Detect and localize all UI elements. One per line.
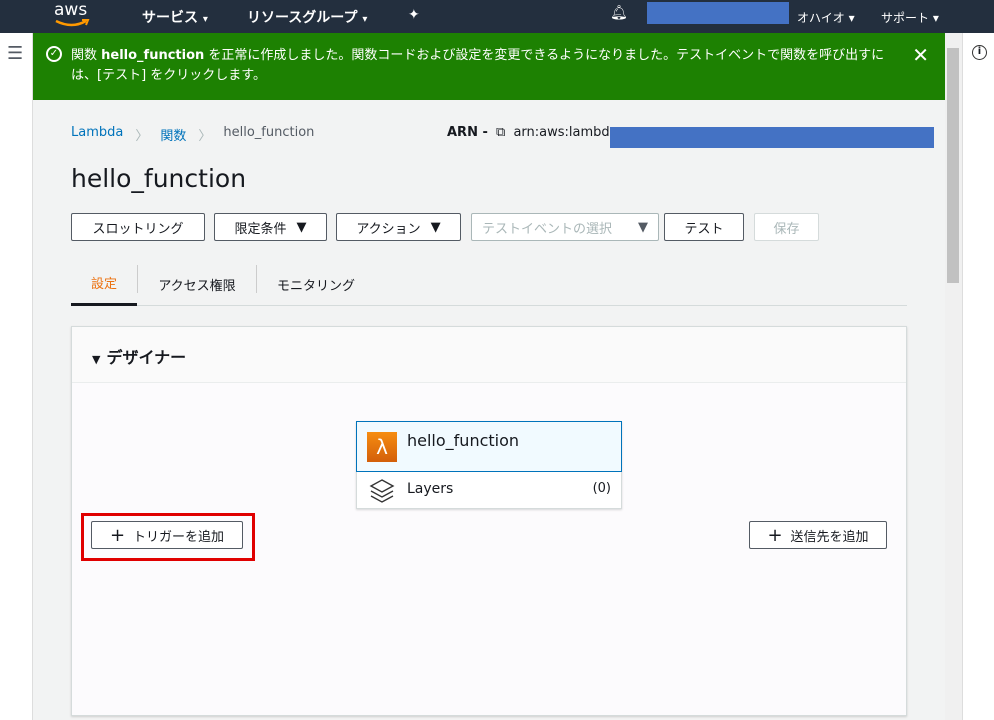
info-panel: i [962, 33, 994, 720]
breadcrumb-current: hello_function [223, 125, 315, 140]
function-node[interactable]: λ hello_function Layers (0) [356, 421, 622, 509]
aws-logo[interactable]: aws [52, 0, 92, 30]
actions-dropdown[interactable]: アクション ▼ [336, 213, 461, 241]
chevron-down-icon: ▾ [362, 14, 368, 25]
chevron-down-icon: ▾ [202, 14, 208, 25]
bell-icon[interactable]: 🔔︎ [610, 5, 628, 21]
info-icon[interactable]: i [972, 45, 987, 60]
add-trigger-button[interactable]: + トリガーを追加 [91, 521, 243, 549]
layers-icon [369, 479, 395, 503]
sidebar: ☰ [0, 33, 33, 720]
caret-down-icon: ▼ [296, 219, 307, 235]
tabs-baseline [137, 305, 907, 306]
lambda-icon: λ [367, 432, 397, 462]
breadcrumb: Lambda 〉 関数〉 hello_function [71, 125, 314, 144]
pin-icon[interactable]: ✦ [408, 7, 420, 23]
account-menu-redacted[interactable] [647, 2, 789, 24]
page-title: hello_function [71, 164, 247, 193]
breadcrumb-functions[interactable]: 関数 [160, 125, 186, 144]
hamburger-menu-icon[interactable]: ☰ [7, 43, 23, 64]
top-navigation: aws サービス ▾ リソースグループ ▾ ✦ 🔔︎ オハイオ ▾ サポート ▾ [0, 0, 994, 33]
scrollbar-thumb[interactable] [947, 48, 959, 283]
copy-icon[interactable]: ⧉ [496, 125, 505, 140]
arn-redacted [610, 127, 934, 148]
plus-icon: + [109, 524, 126, 546]
close-icon[interactable]: ✕ [912, 45, 929, 65]
layers-row[interactable]: Layers (0) [357, 472, 621, 509]
add-destination-button[interactable]: + 送信先を追加 [749, 521, 887, 549]
services-menu[interactable]: サービス ▾ [142, 7, 208, 27]
breadcrumb-lambda[interactable]: Lambda [71, 125, 123, 144]
support-menu[interactable]: サポート ▾ [881, 9, 939, 26]
caret-down-icon: ▼ [92, 353, 101, 366]
tab-configuration[interactable]: 設定 [71, 262, 137, 306]
test-button[interactable]: テスト [664, 213, 744, 241]
tab-monitoring[interactable]: モニタリング [257, 262, 375, 306]
success-banner: ✓ 関数 hello_function を正常に作成しました。関数コードおよび設… [33, 33, 945, 100]
save-button[interactable]: 保存 [754, 213, 819, 241]
designer-header[interactable]: ▼ デザイナー [72, 327, 906, 383]
test-event-select[interactable]: テストイベントの選択 ▼ [471, 213, 659, 241]
arn: ARN - ⧉ arn:aws:lambda: [447, 125, 622, 140]
resource-groups-menu[interactable]: リソースグループ ▾ [247, 7, 367, 27]
region-menu[interactable]: オハイオ ▾ [797, 9, 855, 26]
caret-down-icon: ▼ [638, 219, 648, 235]
caret-down-icon: ▼ [430, 219, 441, 235]
throttle-button[interactable]: スロットリング [71, 213, 205, 241]
plus-icon: + [767, 524, 783, 546]
function-node-header[interactable]: λ hello_function [356, 421, 622, 472]
chevron-right-icon: 〉 [135, 129, 149, 144]
tab-permissions[interactable]: アクセス権限 [138, 262, 256, 306]
check-circle-icon: ✓ [46, 46, 62, 62]
qualifiers-dropdown[interactable]: 限定条件 ▼ [214, 213, 327, 241]
chevron-right-icon: 〉 [198, 129, 212, 144]
